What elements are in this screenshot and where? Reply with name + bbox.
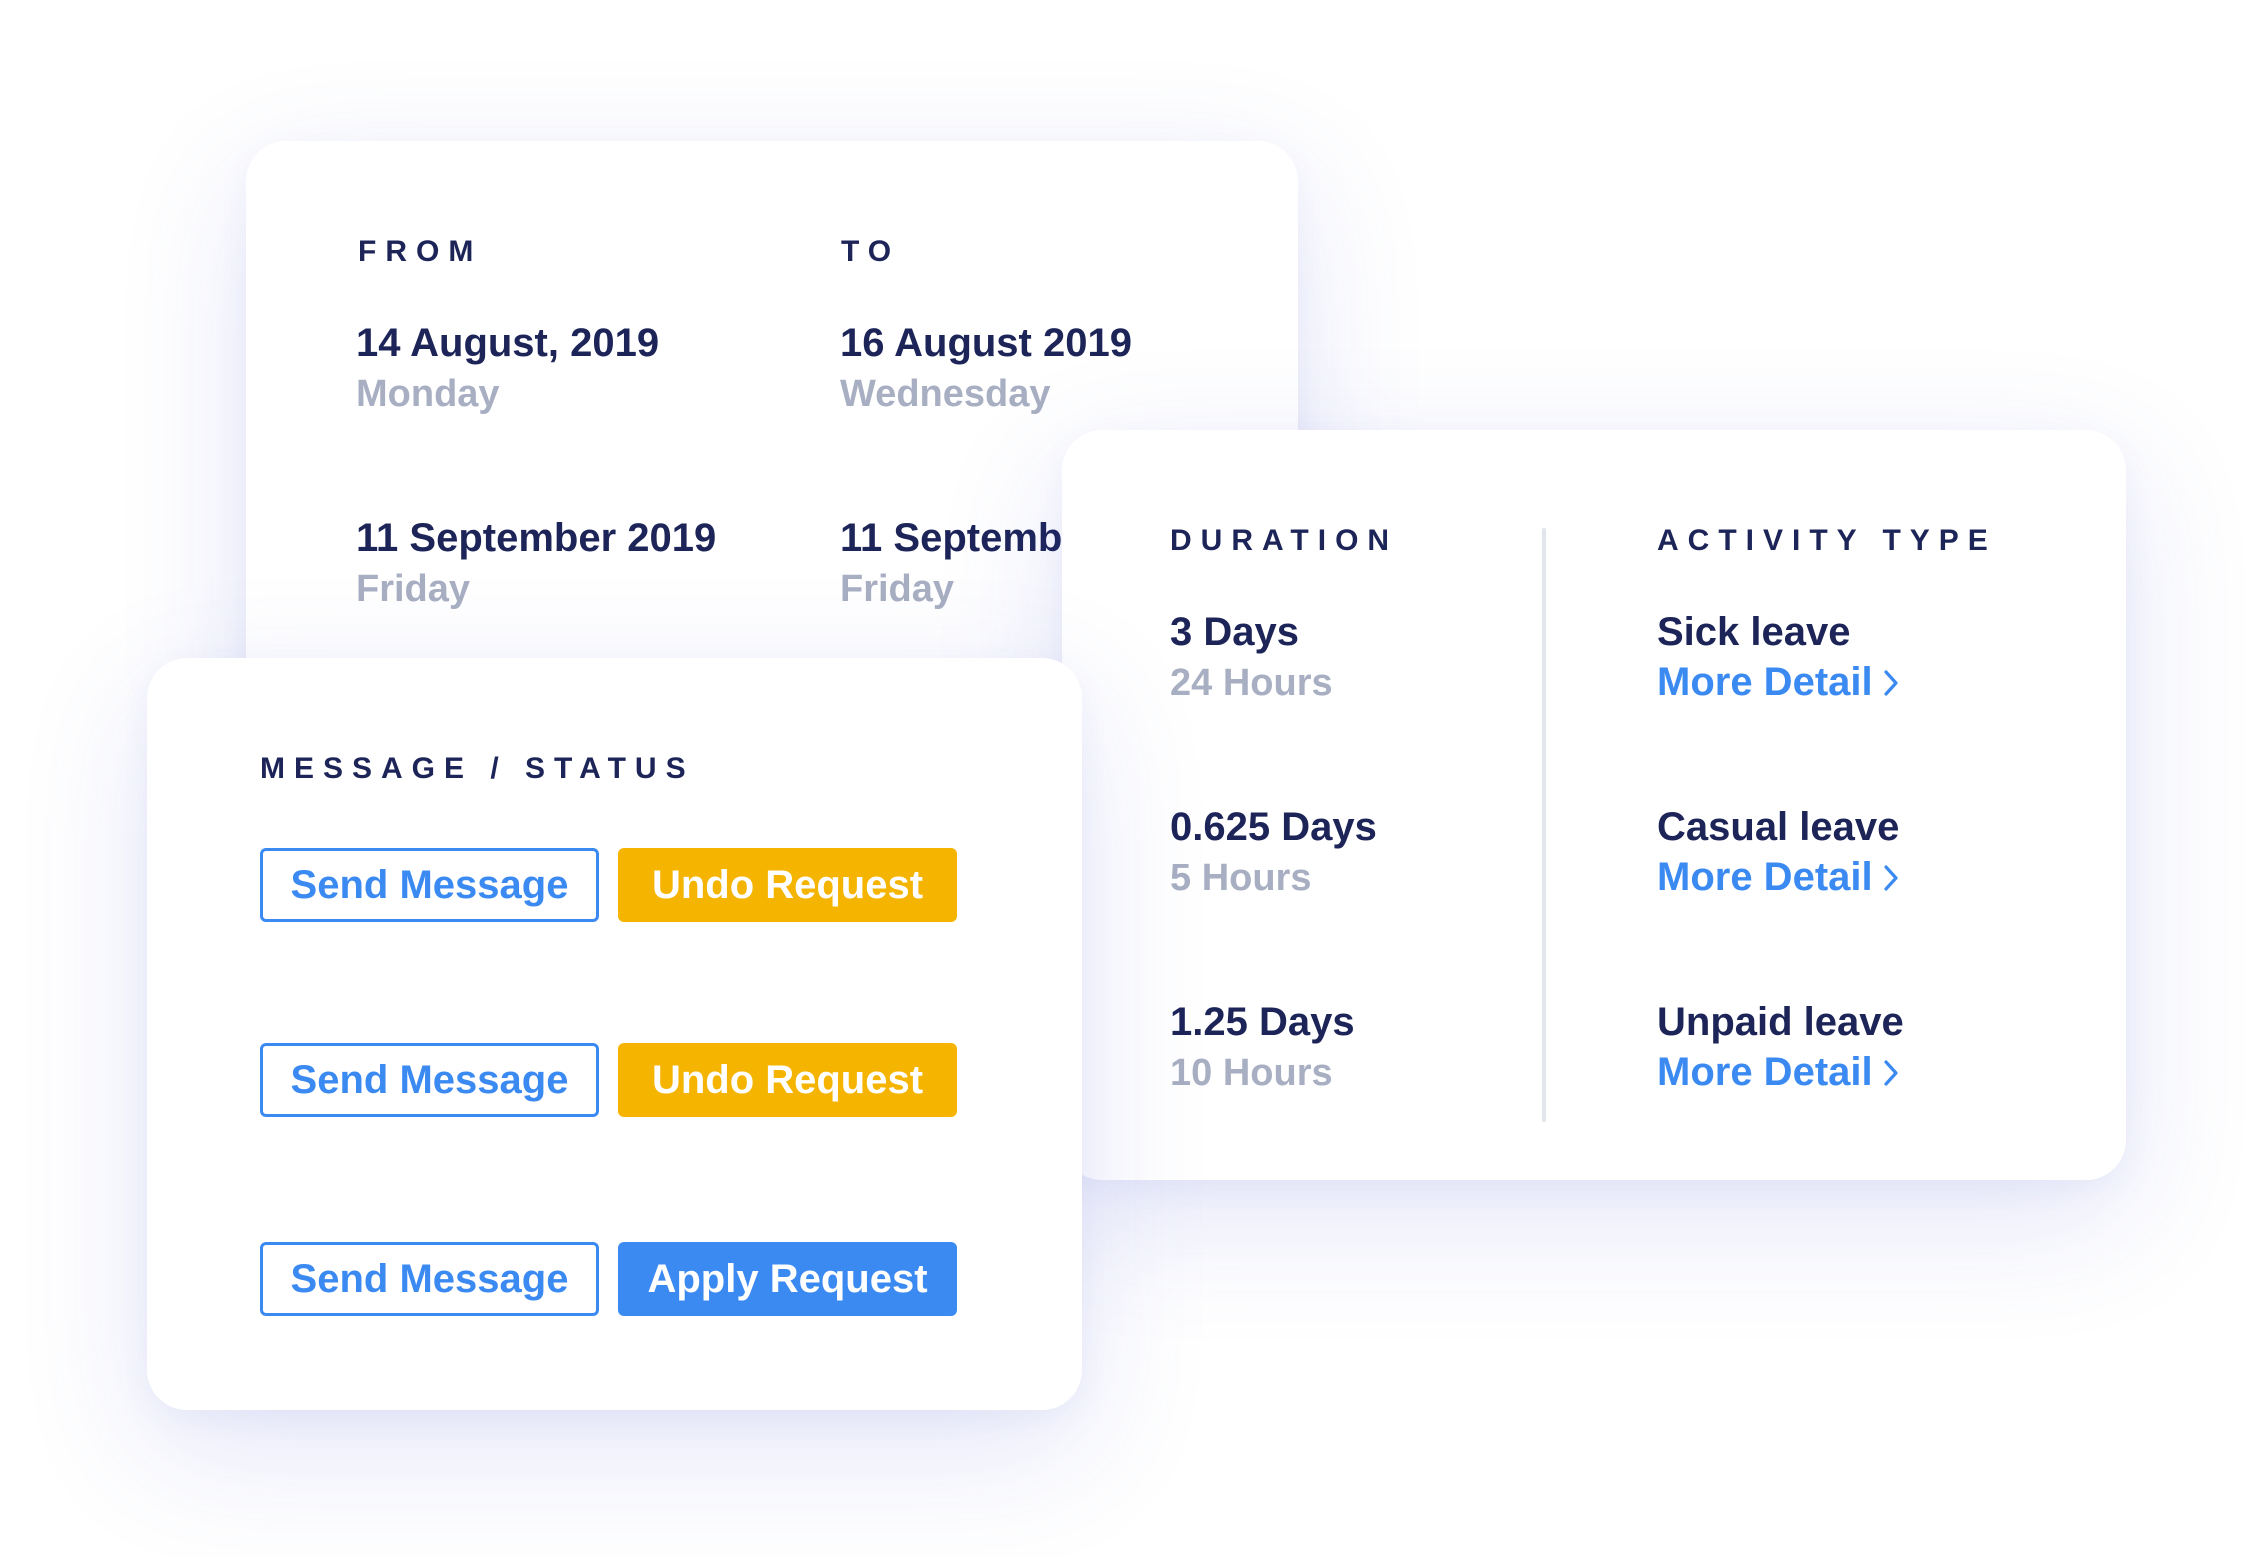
- duration-column-header: DURATION: [1170, 524, 1399, 557]
- more-detail-label: More Detail: [1657, 660, 1873, 704]
- chevron-right-icon: [1884, 669, 1898, 696]
- chevron-right-icon: [1884, 864, 1898, 891]
- from-column-header: FROM: [358, 235, 483, 268]
- undo-request-button[interactable]: Undo Request: [618, 848, 957, 922]
- from-day: Friday: [356, 568, 471, 610]
- to-date: 16 August 2019: [840, 321, 1132, 365]
- duration-hours: 5 Hours: [1170, 857, 1312, 899]
- chevron-right-icon: [1884, 1059, 1898, 1086]
- more-detail-link[interactable]: More Detail: [1657, 660, 1899, 705]
- send-message-button[interactable]: Send Message: [260, 848, 599, 922]
- to-day: Wednesday: [840, 373, 1051, 415]
- more-detail-label: More Detail: [1657, 855, 1873, 899]
- duration-days: 3 Days: [1170, 610, 1299, 654]
- more-detail-label: More Detail: [1657, 1050, 1873, 1094]
- apply-request-button[interactable]: Apply Request: [618, 1242, 957, 1316]
- duration-hours: 24 Hours: [1170, 662, 1333, 704]
- to-column-header: TO: [841, 235, 901, 268]
- activity-type: Unpaid leave: [1657, 1000, 1904, 1044]
- to-day: Friday: [840, 568, 955, 610]
- more-detail-link[interactable]: More Detail: [1657, 855, 1899, 900]
- duration-days: 1.25 Days: [1170, 1000, 1355, 1044]
- duration-hours: 10 Hours: [1170, 1052, 1333, 1094]
- message-status-card: MESSAGE / STATUS Send Message Undo Reque…: [147, 658, 1082, 1410]
- undo-request-button[interactable]: Undo Request: [618, 1043, 957, 1117]
- duration-activity-card: DURATION ACTIVITY TYPE 3 Days 24 Hours S…: [1062, 430, 2126, 1180]
- send-message-button[interactable]: Send Message: [260, 1242, 599, 1316]
- send-message-button[interactable]: Send Message: [260, 1043, 599, 1117]
- from-date: 11 September 2019: [356, 516, 717, 560]
- from-date: 14 August, 2019: [356, 321, 660, 365]
- more-detail-link[interactable]: More Detail: [1657, 1050, 1899, 1095]
- activity-type: Sick leave: [1657, 610, 1851, 654]
- activity-type: Casual leave: [1657, 805, 1900, 849]
- activity-type-column-header: ACTIVITY TYPE: [1657, 524, 1997, 557]
- message-status-header: MESSAGE / STATUS: [260, 752, 695, 785]
- duration-days: 0.625 Days: [1170, 805, 1377, 849]
- from-day: Monday: [356, 373, 500, 415]
- column-divider: [1542, 528, 1546, 1122]
